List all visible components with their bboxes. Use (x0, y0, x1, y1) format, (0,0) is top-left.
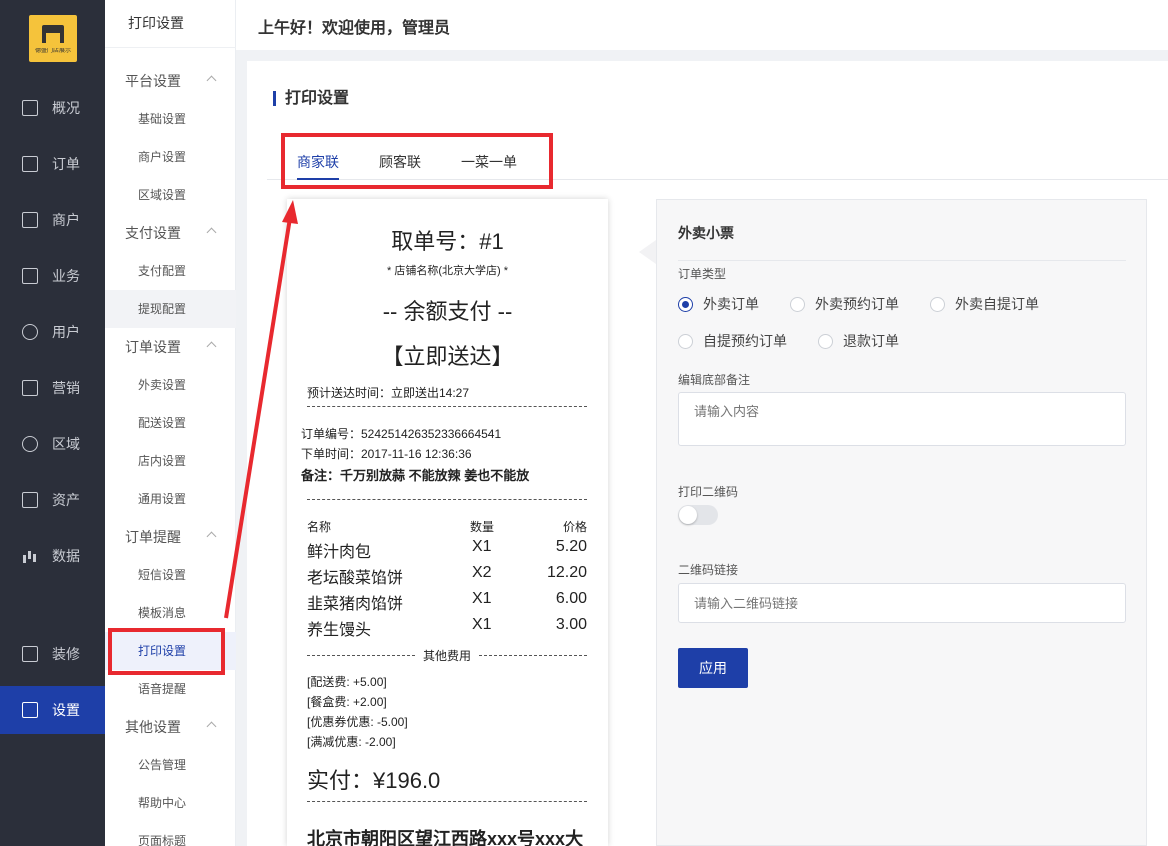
annotation-arrow (224, 200, 298, 619)
arrow-line (224, 217, 292, 619)
arrow-head (282, 200, 298, 224)
